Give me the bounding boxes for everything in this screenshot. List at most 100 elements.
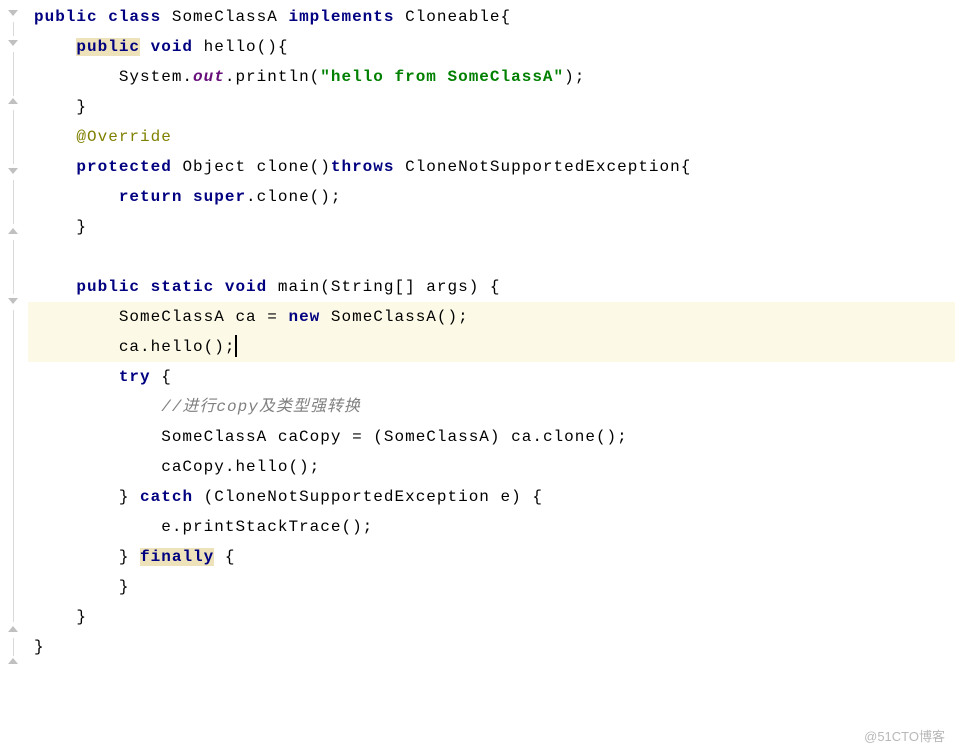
fold-icon[interactable] [8, 658, 18, 664]
identifier: System [119, 68, 183, 86]
method-name: main [278, 278, 320, 296]
constructor: SomeClassA [331, 308, 437, 326]
assign: = [267, 308, 278, 326]
fold-icon[interactable] [8, 228, 18, 234]
code-line [28, 242, 955, 272]
code-line: } [28, 602, 955, 632]
fold-line [13, 638, 14, 656]
class-name: SomeClassA [172, 8, 278, 26]
dot: . [225, 458, 236, 476]
param-type: String[] [331, 278, 416, 296]
fold-line [13, 240, 14, 294]
fold-line [13, 180, 14, 224]
punct: (); [310, 188, 342, 206]
exception-type: CloneNotSupportedException [405, 158, 681, 176]
paren: ) [511, 488, 522, 506]
var-name: ca [119, 338, 140, 356]
brace: } [119, 488, 130, 506]
method-name: hello [204, 38, 257, 56]
brace: { [501, 8, 512, 26]
brace: } [76, 608, 87, 626]
code-line: e.printStackTrace(); [28, 512, 955, 542]
fold-icon[interactable] [8, 168, 18, 174]
var-name: caCopy [278, 428, 342, 446]
assign: = [352, 428, 363, 446]
method-name: println [235, 68, 309, 86]
keyword: try [119, 368, 151, 386]
fold-line [13, 52, 14, 96]
code-line: protected Object clone()throws CloneNotS… [28, 152, 955, 182]
method-name: printStackTrace [182, 518, 341, 536]
fold-icon[interactable] [8, 98, 18, 104]
var-type: SomeClassA [119, 308, 225, 326]
brace: } [34, 638, 45, 656]
keyword: protected [76, 158, 171, 176]
brace: { [278, 38, 289, 56]
paren: ); [564, 68, 585, 86]
code-editor[interactable]: public class SomeClassA implements Clone… [0, 0, 955, 751]
dot: . [246, 188, 257, 206]
code-line: SomeClassA caCopy = (SomeClassA) ca.clon… [28, 422, 955, 452]
code-line: } [28, 632, 955, 662]
code-line: } [28, 572, 955, 602]
fold-icon[interactable] [8, 298, 18, 304]
brace: } [76, 98, 87, 116]
keyword: new [288, 308, 320, 326]
brace: { [225, 548, 236, 566]
dot: . [532, 428, 543, 446]
keyword: void [225, 278, 267, 296]
keyword: class [108, 8, 161, 26]
var-name: ca [235, 308, 256, 326]
var-type: SomeClassA [161, 428, 267, 446]
brace: } [119, 548, 130, 566]
paren: ( [320, 278, 331, 296]
code-line: @Override [28, 122, 955, 152]
paren: ) [490, 428, 501, 446]
code-area[interactable]: public class SomeClassA implements Clone… [28, 0, 955, 751]
fold-icon[interactable] [8, 626, 18, 632]
keyword: finally [140, 548, 214, 566]
static-field: out [193, 68, 225, 86]
brace: { [681, 158, 692, 176]
paren: ( [204, 488, 215, 506]
fold-line [13, 22, 14, 36]
var-name: e [501, 488, 512, 506]
gutter [0, 0, 28, 751]
keyword: public [34, 8, 98, 26]
keyword: super [193, 188, 246, 206]
code-line: } [28, 212, 955, 242]
dot: . [182, 68, 193, 86]
string-literal: "hello from SomeClassA" [320, 68, 564, 86]
keyword: void [151, 38, 193, 56]
var-name: caCopy [161, 458, 225, 476]
brace: { [161, 368, 172, 386]
punct: (); [288, 458, 320, 476]
code-line: SomeClassA ca = new SomeClassA(); [28, 302, 955, 332]
code-line: //进行copy及类型强转换 [28, 392, 955, 422]
return-type: Object [182, 158, 246, 176]
keyword: public [76, 38, 140, 56]
punct: (); [204, 338, 236, 356]
code-line: try { [28, 362, 955, 392]
paren: ) [469, 278, 480, 296]
keyword: return [119, 188, 183, 206]
parens: () [310, 158, 331, 176]
var-name: ca [511, 428, 532, 446]
code-line: caCopy.hello(); [28, 452, 955, 482]
punct: (); [437, 308, 469, 326]
fold-line [13, 310, 14, 622]
parens: () [257, 38, 278, 56]
annotation: @Override [76, 128, 171, 146]
code-line: public static void main(String[] args) { [28, 272, 955, 302]
fold-icon[interactable] [8, 10, 18, 16]
code-line: return super.clone(); [28, 182, 955, 212]
watermark: @51CTO博客 [864, 726, 945, 745]
exception-type: CloneNotSupportedException [214, 488, 490, 506]
cast-type: SomeClassA [384, 428, 490, 446]
punct: (); [596, 428, 628, 446]
comment: //进行copy及类型强转换 [161, 398, 361, 416]
dot: . [172, 518, 183, 536]
paren: ( [310, 68, 321, 86]
fold-icon[interactable] [8, 40, 18, 46]
method-name: clone [257, 188, 310, 206]
